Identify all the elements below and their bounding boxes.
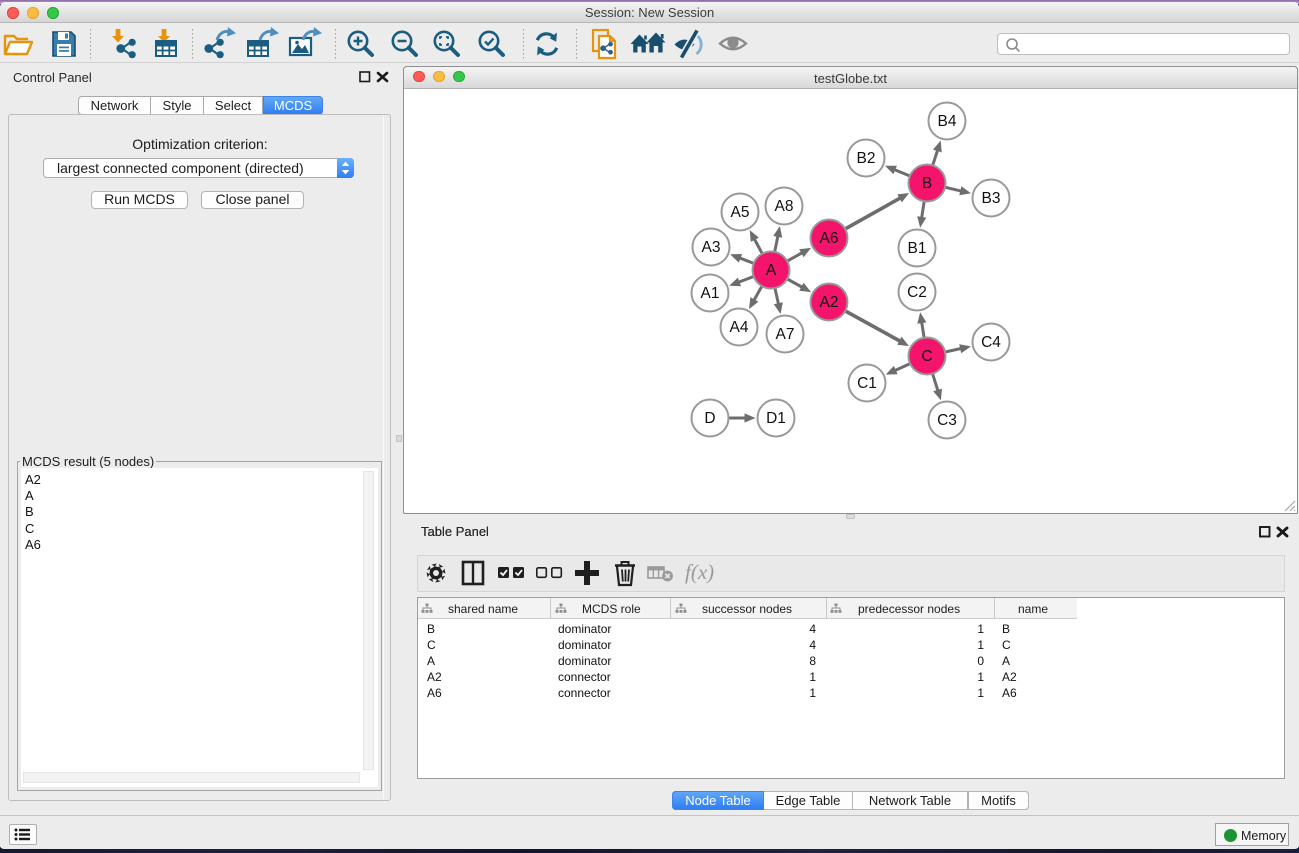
svg-text:A8: A8 <box>775 198 794 215</box>
svg-text:B: B <box>922 175 932 192</box>
svg-text:B3: B3 <box>982 190 1001 207</box>
svg-text:A3: A3 <box>702 239 721 256</box>
svg-text:D1: D1 <box>766 410 786 427</box>
svg-text:C3: C3 <box>937 412 957 429</box>
svg-text:A4: A4 <box>730 319 749 336</box>
svg-text:C1: C1 <box>857 375 877 392</box>
svg-text:B2: B2 <box>857 150 876 167</box>
svg-text:A6: A6 <box>820 230 839 247</box>
svg-text:B1: B1 <box>908 240 927 257</box>
svg-text:A5: A5 <box>731 204 750 221</box>
svg-text:C: C <box>921 348 932 365</box>
svg-text:B4: B4 <box>938 113 957 130</box>
svg-text:D: D <box>704 410 715 427</box>
svg-text:C2: C2 <box>907 284 927 301</box>
svg-text:A: A <box>766 262 777 279</box>
svg-text:A2: A2 <box>820 294 839 311</box>
svg-text:A1: A1 <box>701 285 720 302</box>
svg-text:C4: C4 <box>981 334 1001 351</box>
svg-text:A7: A7 <box>776 326 795 343</box>
